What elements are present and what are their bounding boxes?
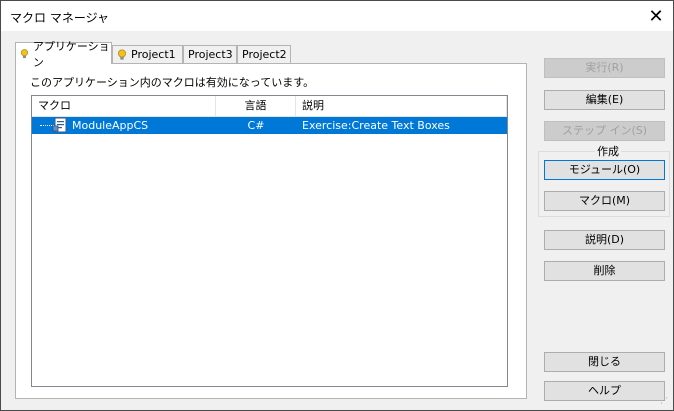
- create-group-label: 作成: [595, 143, 621, 159]
- close-button[interactable]: 閉じる: [544, 352, 665, 372]
- macro-name: ModuleAppCS: [72, 119, 149, 132]
- help-button[interactable]: ヘルプ: [544, 381, 665, 401]
- column-header-language[interactable]: 言語: [216, 96, 296, 116]
- tab-application[interactable]: アプリケーション: [15, 40, 112, 69]
- delete-button[interactable]: 削除: [544, 261, 665, 281]
- tab-label: Project1: [131, 48, 176, 61]
- bulb-icon: [118, 49, 126, 60]
- tab-label: アプリケーション: [32, 39, 110, 69]
- new-module-button[interactable]: モジュール(O): [544, 160, 665, 180]
- column-header-description[interactable]: 説明: [296, 96, 507, 116]
- tab-project3[interactable]: Project3: [183, 45, 237, 63]
- macro-language: C#: [247, 119, 265, 132]
- macro-list[interactable]: マクロ 言語 説明 ModuleAppCS C# Exercise:Create…: [31, 95, 508, 387]
- tab-panel: このアプリケーション内のマクロは有効になっています。 マクロ 言語 説明 Mod…: [15, 63, 527, 399]
- tab-project2[interactable]: Project2: [237, 45, 291, 63]
- module-icon: [52, 117, 67, 133]
- resize-grip-icon[interactable]: ⋰: [660, 397, 670, 407]
- edit-button[interactable]: 編集(E): [544, 90, 665, 110]
- tab-project1[interactable]: Project1: [112, 45, 183, 63]
- bulb-icon: [20, 48, 29, 58]
- macros-enabled-text: このアプリケーション内のマクロは有効になっています。: [30, 76, 315, 89]
- description-button[interactable]: 説明(D): [544, 230, 665, 250]
- new-macro-button[interactable]: マクロ(M): [544, 191, 665, 211]
- run-button[interactable]: 実行(R): [544, 58, 665, 78]
- column-header-macro[interactable]: マクロ: [32, 96, 216, 116]
- tab-label: Project2: [242, 48, 287, 61]
- tab-label: Project3: [188, 48, 233, 61]
- title-bar: マクロ マネージャ ✕: [1, 1, 673, 31]
- close-icon[interactable]: ✕: [639, 1, 673, 31]
- list-header: マクロ 言語 説明: [32, 96, 507, 117]
- macro-description: Exercise:Create Text Boxes: [302, 119, 450, 132]
- macro-manager-dialog: マクロ マネージャ ✕ アプリケーション Project1 Project3 P…: [0, 0, 674, 411]
- window-title: マクロ マネージャ: [10, 11, 109, 25]
- step-in-button[interactable]: ステップ イン(S): [544, 121, 665, 141]
- list-item[interactable]: ModuleAppCS C# Exercise:Create Text Boxe…: [32, 117, 507, 134]
